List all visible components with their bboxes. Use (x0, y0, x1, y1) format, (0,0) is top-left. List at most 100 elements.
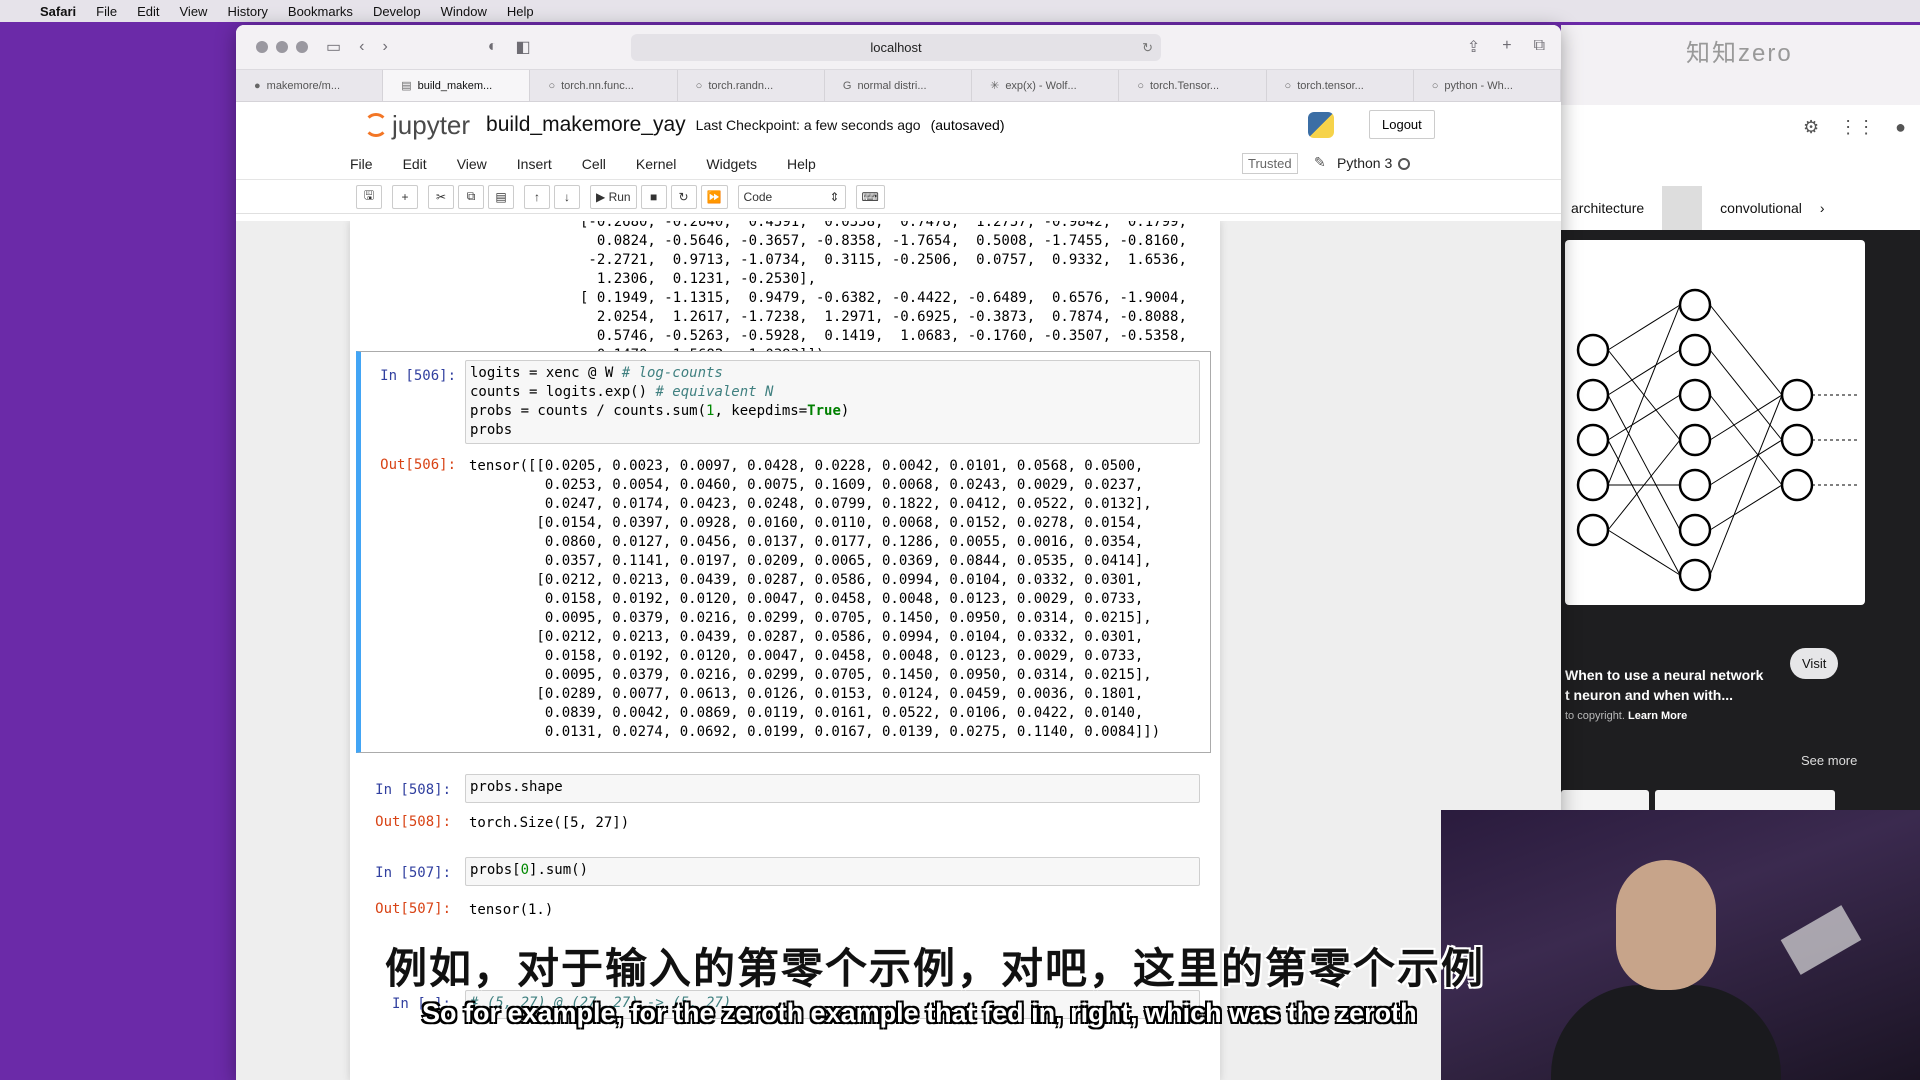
visit-button[interactable]: Visit (1790, 648, 1839, 679)
gear-icon[interactable]: ⚙ (1803, 117, 1819, 138)
jmenu-edit[interactable]: Edit (403, 156, 427, 172)
output-prompt: Out[507]: (375, 901, 451, 917)
restart-icon[interactable]: ↻ (670, 184, 697, 209)
minimize-window-button[interactable] (276, 41, 288, 53)
cell-type-select[interactable]: Code ⇕ (737, 184, 846, 209)
code-input[interactable]: probs.shape (465, 774, 1200, 803)
jmenu-widgets[interactable]: Widgets (706, 156, 757, 172)
menu-history[interactable]: History (227, 4, 267, 19)
save-icon[interactable]: 🖫 (356, 184, 382, 209)
tab-torch-tensor-2[interactable]: ○ torch.tensor... (1267, 70, 1414, 101)
webcam-overlay (1441, 810, 1920, 1080)
menu-file[interactable]: File (96, 4, 117, 19)
jmenu-help[interactable]: Help (787, 156, 816, 172)
chevron-right-icon[interactable]: › (1820, 200, 1825, 216)
lamp-shape (1780, 905, 1862, 975)
jmenu-view[interactable]: View (457, 156, 487, 172)
pytorch-icon: ○ (548, 79, 556, 92)
menu-help[interactable]: Help (507, 4, 534, 19)
apps-grid-icon[interactable]: ⋮⋮ (1839, 117, 1875, 138)
google-icon: G (842, 79, 852, 92)
code-line-1: logits = xenc @ W (470, 365, 622, 381)
tab-wolfram[interactable]: ✳ exp(x) - Wolf... (972, 70, 1120, 101)
forward-icon[interactable]: › (382, 38, 387, 56)
shield-icon[interactable]: ◧ (515, 37, 530, 57)
privacy-icon[interactable]: ◐ (488, 38, 498, 56)
input-prompt: In [506]: (380, 368, 456, 384)
jmenu-file[interactable]: File (350, 156, 373, 172)
move-up-icon[interactable]: ↑ (524, 184, 550, 209)
code-cell-508[interactable]: In [508]: probs.shape Out[508]: torch.Si… (356, 766, 1211, 836)
tab-label: python - Wh... (1444, 79, 1513, 92)
tab-build-makemore[interactable]: ▤ build_makem... (383, 70, 531, 101)
pytorch-icon: ○ (1137, 79, 1144, 92)
fast-forward-icon[interactable]: ⏩ (700, 184, 728, 209)
tab-overview-icon[interactable]: ⧉ (1534, 37, 1545, 57)
jupyter-header: jupyter build_makemore_yay Last Checkpoi… (236, 102, 1561, 148)
menu-bookmarks[interactable]: Bookmarks (288, 4, 353, 19)
cut-icon[interactable]: ✂ (428, 184, 454, 209)
code-text: , keepdims= (714, 403, 808, 419)
avatar[interactable]: ● (1895, 117, 1906, 138)
menu-view[interactable]: View (180, 4, 208, 19)
code-input[interactable]: logits = xenc @ W # log-counts counts = … (465, 360, 1200, 444)
related-thumbnail[interactable] (1561, 790, 1649, 810)
input-prompt: In [508]: (375, 782, 451, 798)
tab-bar: ● makemore/m... ▤ build_makem... ○ torch.nn… (236, 70, 1561, 102)
notebook-name[interactable]: build_makemore_yay (486, 113, 686, 137)
tab-normal-distribution[interactable]: Gnormal distri... (825, 70, 973, 101)
tab-torch-tensor[interactable]: ○ torch.Tensor... (1119, 70, 1267, 101)
copy-icon[interactable]: ⧉ (458, 184, 484, 209)
tab-torch-randn[interactable]: ○ torch.randn... (678, 70, 825, 101)
zoom-window-button[interactable] (296, 41, 308, 53)
jmenu-cell[interactable]: Cell (582, 156, 606, 172)
pencil-icon[interactable]: ✎ (1314, 154, 1326, 171)
add-cell-icon[interactable]: + (392, 184, 418, 209)
jupyter-logo[interactable]: jupyter (364, 110, 470, 141)
menu-app-name[interactable]: Safari (40, 4, 76, 19)
menu-develop[interactable]: Develop (373, 4, 421, 19)
run-button[interactable]: ▶ Run (590, 184, 637, 209)
back-icon[interactable]: ‹ (359, 38, 364, 56)
code-cell-507[interactable]: In [507]: probs[0].sum() Out[507]: tenso… (356, 849, 1211, 919)
see-more-link[interactable]: See more (1801, 753, 1857, 768)
tab-python-question[interactable]: ○ python - Wh... (1414, 70, 1561, 101)
github-icon: ● (254, 79, 261, 92)
browser-toolbar: ▭ ‹ › ◐ ◧ localhost ↻ ⇪ + ⧉ (236, 25, 1561, 70)
sidebar-icon[interactable]: ▭ (326, 37, 341, 57)
jupyter-logo-text: jupyter (392, 109, 471, 140)
address-bar[interactable]: localhost ↻ (631, 34, 1161, 61)
card-title-line-2: t neuron and when with... (1565, 687, 1733, 703)
stackoverflow-icon: ○ (1431, 79, 1439, 92)
related-thumbnail[interactable] (1655, 790, 1835, 810)
tab-label: build_makem... (417, 79, 493, 92)
paste-icon[interactable]: ▤ (488, 184, 514, 209)
menu-window[interactable]: Window (441, 4, 487, 19)
stop-icon[interactable]: ■ (640, 184, 667, 209)
learn-more-link[interactable]: Learn More (1628, 710, 1687, 722)
background-window-header (1561, 105, 1920, 175)
jmenu-insert[interactable]: Insert (517, 156, 552, 172)
image-search-tags: architecture convolutional › (1561, 180, 1920, 235)
card-title[interactable]: When to use a neural network t neuron an… (1565, 665, 1763, 705)
new-tab-icon[interactable]: + (1502, 37, 1511, 57)
code-input[interactable]: probs[0].sum() (465, 857, 1200, 886)
related-thumbnails (1561, 790, 1835, 810)
safari-window: ▭ ‹ › ◐ ◧ localhost ↻ ⇪ + ⧉ ● makemore/m.… (236, 25, 1561, 1080)
menu-edit[interactable]: Edit (137, 4, 159, 19)
tab-makemore[interactable]: ● makemore/m... (236, 70, 384, 101)
close-window-button[interactable] (256, 41, 268, 53)
keyboard-icon[interactable]: ⌨ (855, 184, 885, 209)
trusted-badge[interactable]: Trusted (1242, 153, 1298, 174)
reload-icon[interactable]: ↻ (1142, 40, 1153, 56)
code-cell-506[interactable]: In [506]: logits = xenc @ W # log-counts… (356, 351, 1211, 753)
tag-convolutional[interactable]: convolutional (1720, 200, 1802, 216)
logout-button[interactable]: Logout (1369, 110, 1435, 139)
background-browser-window: 知知zero ⚙ ⋮⋮ ● architecture convolutional… (1561, 25, 1920, 810)
share-icon[interactable]: ⇪ (1467, 37, 1480, 57)
jmenu-kernel[interactable]: Kernel (636, 156, 676, 172)
tab-torch-nn-functional[interactable]: ○ torch.nn.func... (530, 70, 678, 101)
neural-network-diagram-image[interactable] (1565, 240, 1865, 605)
tag-architecture[interactable]: architecture (1571, 200, 1644, 216)
move-down-icon[interactable]: ↓ (554, 184, 580, 209)
